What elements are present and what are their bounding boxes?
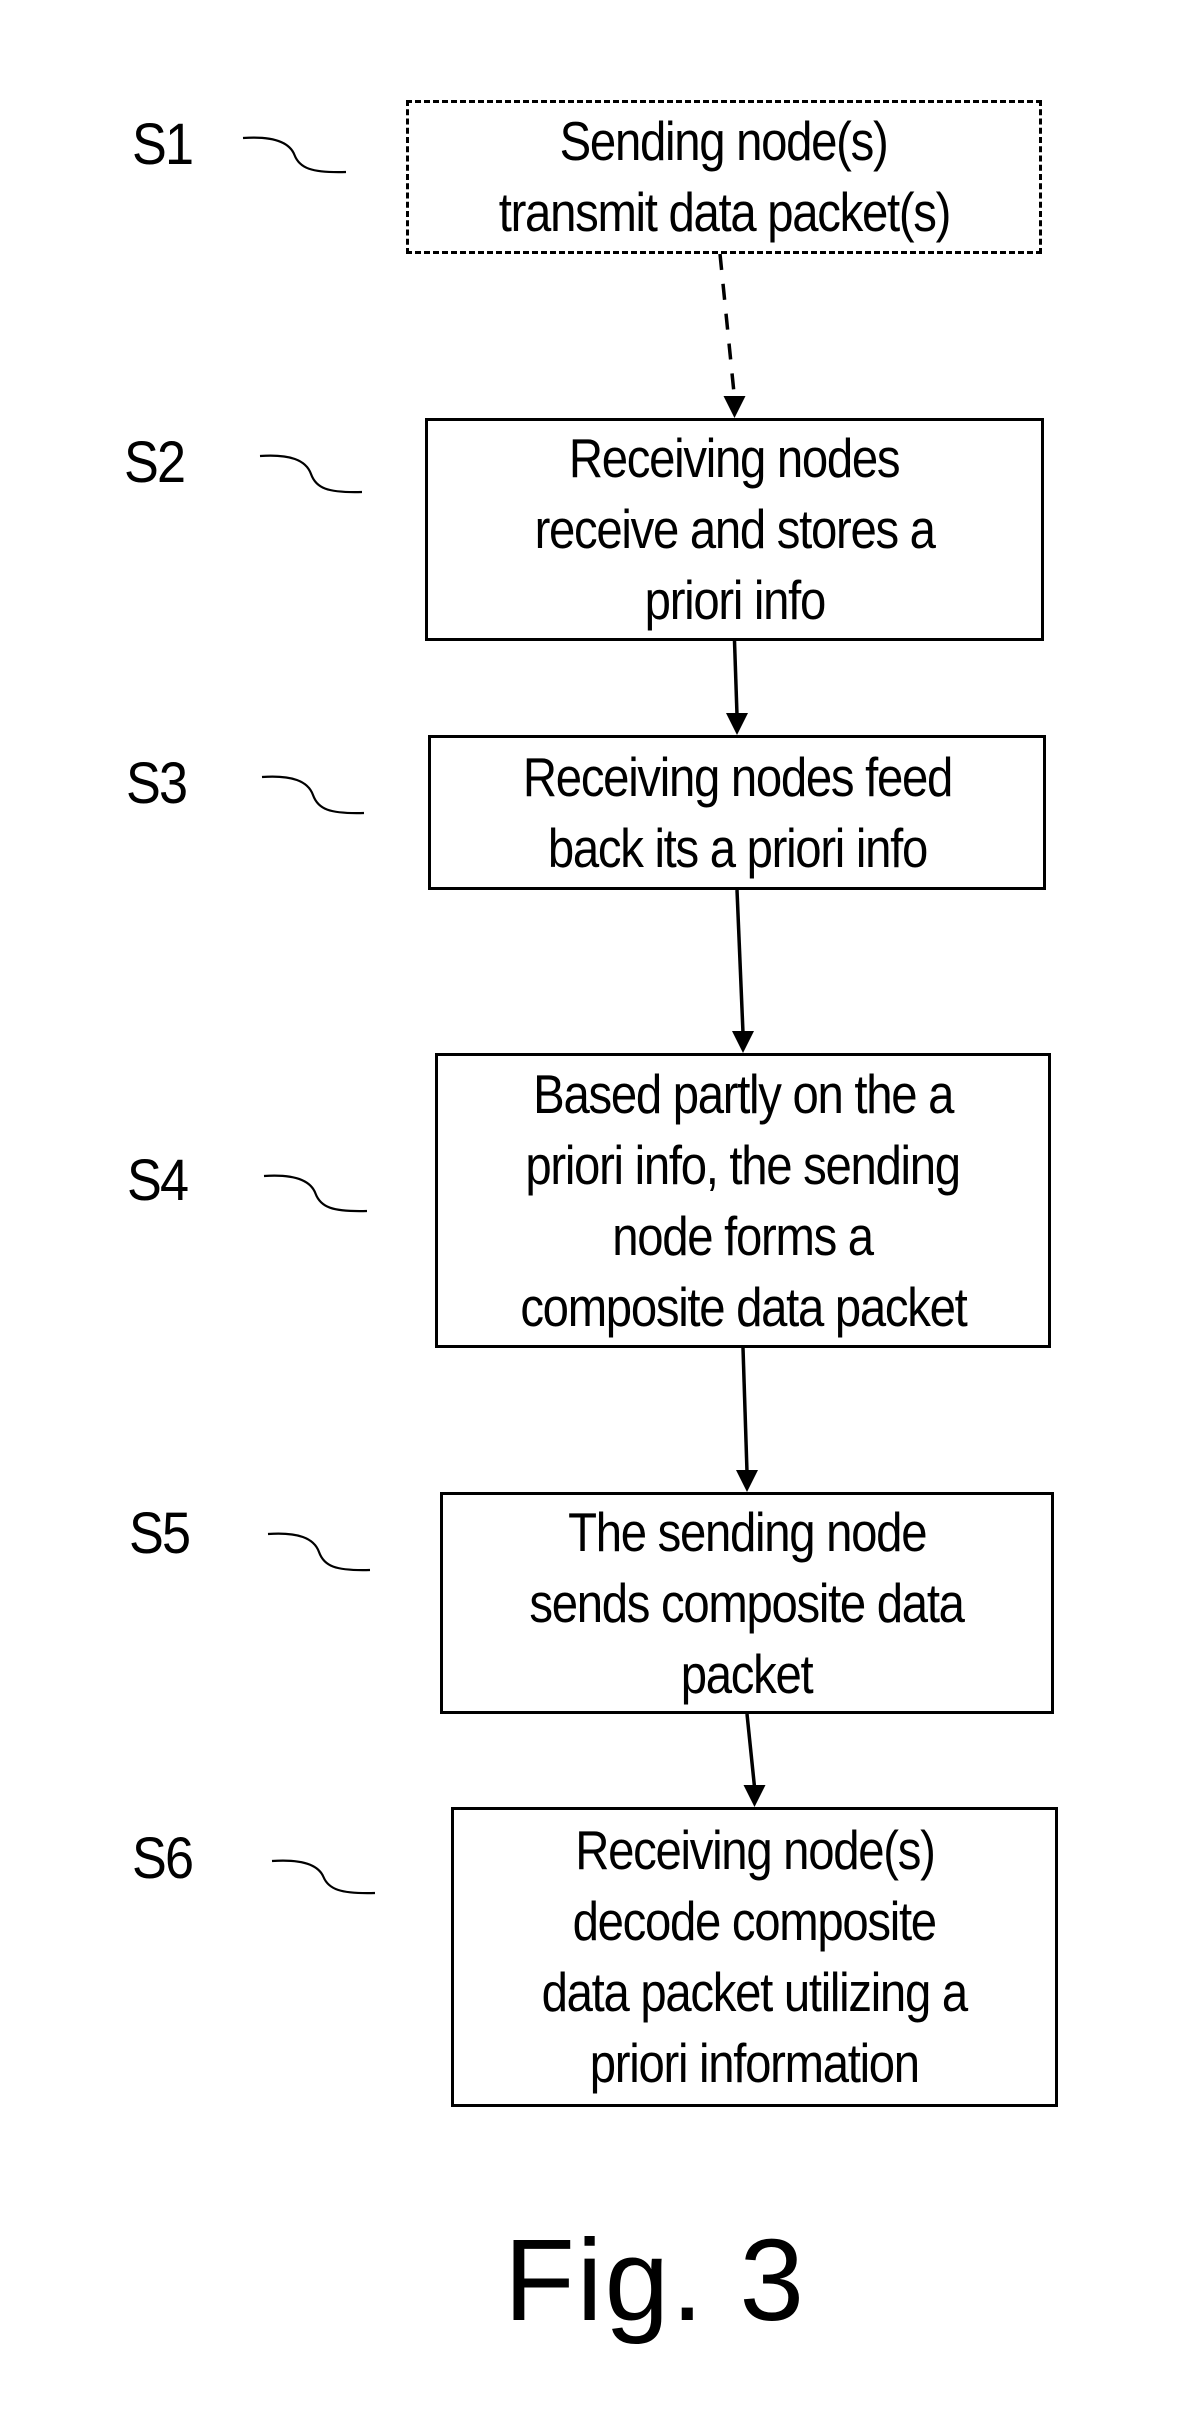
leader-line-s4 [263,1174,368,1213]
leader-line-s2 [259,454,363,494]
leader-line-s6 [271,1859,376,1895]
step-text-line: back its a priori info [547,816,927,879]
connector-s5-s6 [745,1713,757,1788]
step-text-line: data packet utilizing a [541,1961,969,2023]
connector-s4-s5 [741,1347,749,1473]
step-label-s6: S6 [132,1826,194,1891]
step-text-line: Receiving nodes feed [522,745,952,808]
step-text-line: packet [681,1642,814,1705]
arrowhead-s5 [736,1470,758,1492]
leader-line-s3 [261,775,365,815]
step-box-s3: Receiving nodes feed back its a priori i… [428,735,1046,890]
step-box-s2: Receiving nodes receive and stores a pri… [425,418,1044,641]
step-box-s1: Sending node(s) transmit data packet(s) [406,100,1042,254]
step-text-line: Receiving nodes [569,427,901,489]
step-box-s5: The sending node sends composite data pa… [440,1492,1054,1714]
connector-s3-s4 [735,889,745,1034]
step-text-line: sends composite data [529,1571,966,1634]
step-label-s5: S5 [129,1501,191,1566]
arrowhead-s2 [723,396,746,418]
flowchart-figure: S1 S2 S3 S4 S5 S6 Sending node(s) transm… [0,0,1188,2410]
arrowhead-s3 [726,713,748,735]
leader-line-s1 [242,136,347,174]
step-text-line: Based partly on the a [533,1062,954,1125]
step-text-line: decode composite [572,1890,938,1952]
leader-line-s5 [267,1532,371,1572]
connector-s2-s3 [732,640,739,716]
step-text-line: receive and stores a [534,498,935,560]
step-text-line: node forms a [612,1204,875,1267]
step-text-line: priori info, the sending [525,1133,962,1196]
step-label-s4: S4 [127,1148,189,1213]
step-text-line: transmit data packet(s) [498,181,951,243]
arrowhead-s4 [732,1031,754,1053]
step-box-s4: Based partly on the a priori info, the s… [435,1053,1051,1348]
step-text-line: The sending node [567,1500,927,1563]
figure-caption: Fig. 3 [503,2215,807,2345]
step-label-s2: S2 [124,430,186,495]
connector-s1-s2 [718,253,737,399]
step-text-line: composite data packet [519,1275,967,1338]
step-label-s1: S1 [132,112,194,177]
arrowhead-s6 [743,1785,766,1807]
step-label-s3: S3 [126,751,188,816]
step-text-line: priori info [644,569,826,631]
step-text-line: Sending node(s) [560,110,889,172]
step-text-line: Receiving node(s) [574,1819,936,1881]
step-box-s6: Receiving node(s) decode composite data … [451,1807,1058,2107]
step-text-line: priori information [589,2032,920,2094]
